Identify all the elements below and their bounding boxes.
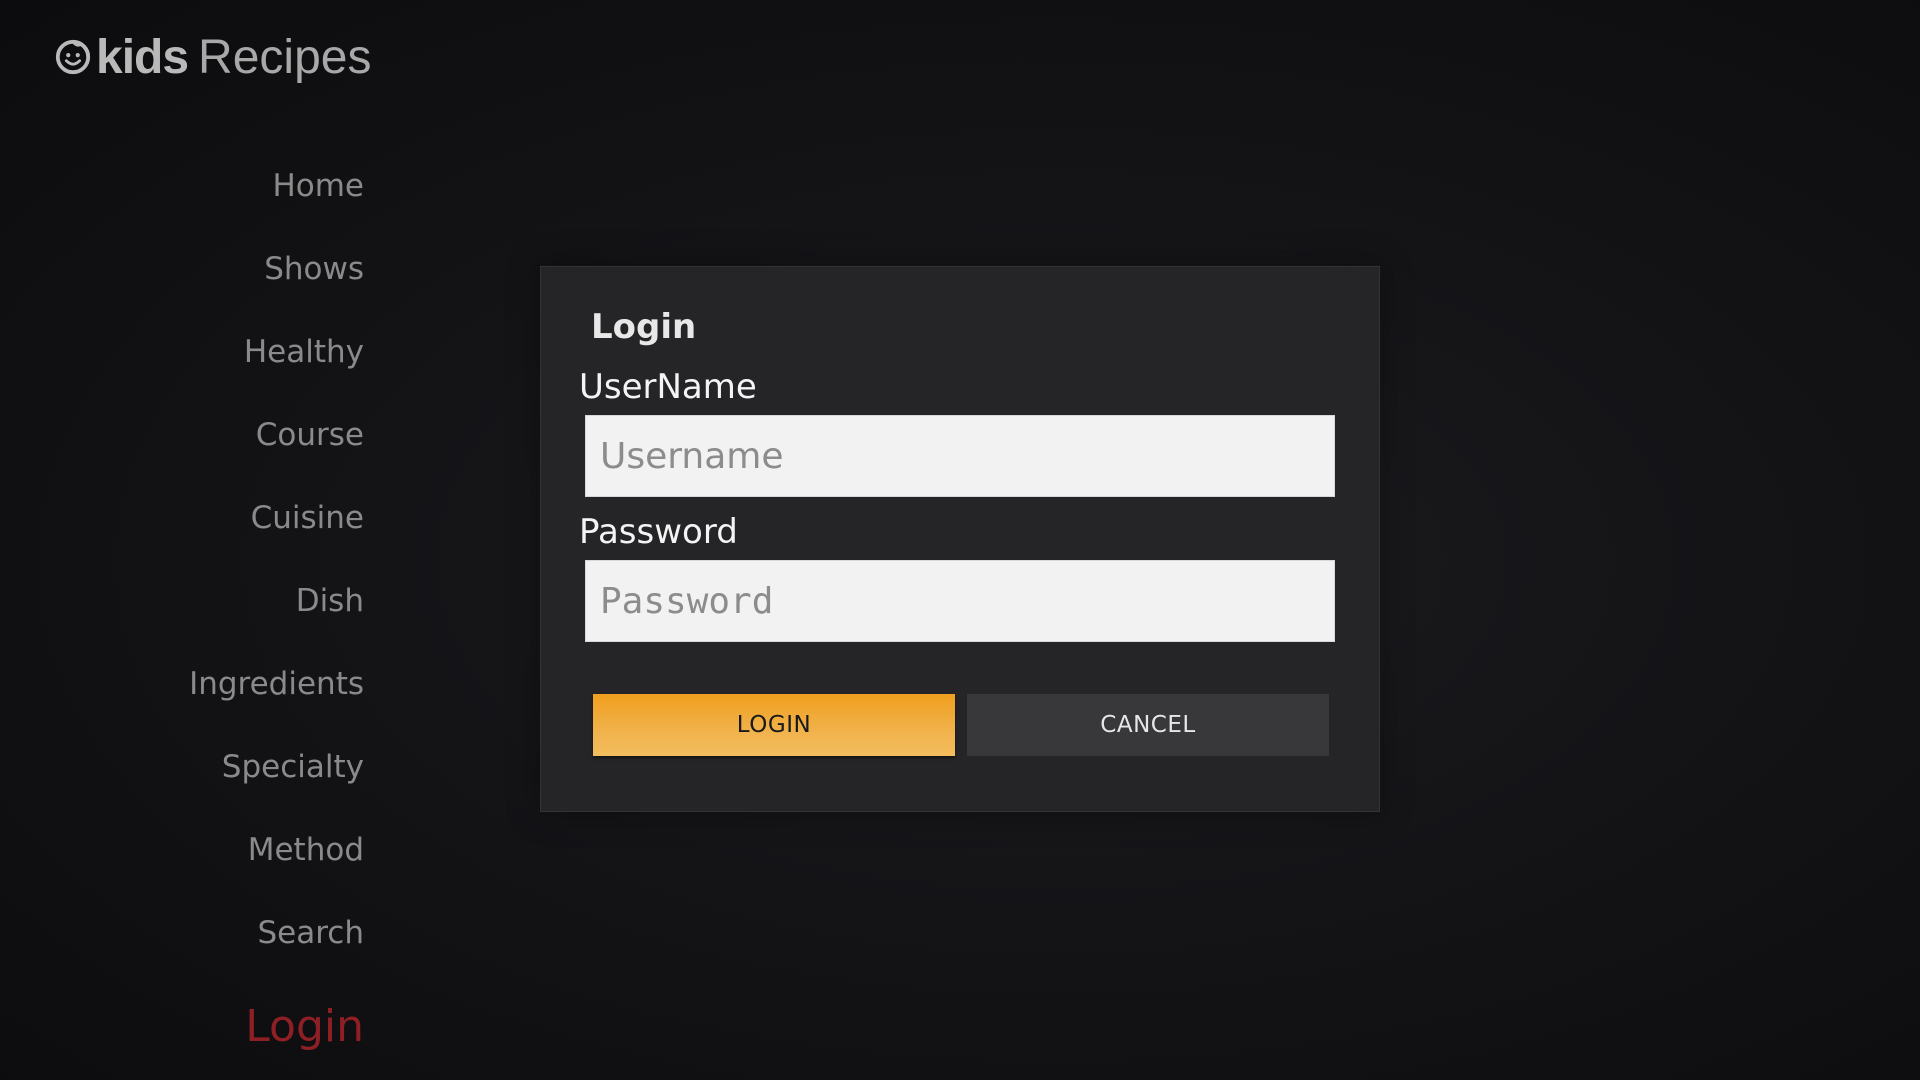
nav-item-login[interactable]: Login: [44, 992, 364, 1075]
nav-item-specialty[interactable]: Specialty: [44, 741, 364, 824]
login-dialog: Login UserName Password LOGIN CANCEL: [540, 266, 1380, 812]
nav-item-ingredients[interactable]: Ingredients: [44, 658, 364, 741]
username-input[interactable]: [585, 415, 1335, 497]
nav-item-course[interactable]: Course: [44, 409, 364, 492]
sidebar-nav: Home Shows Healthy Course Cuisine Dish I…: [44, 160, 364, 1075]
logo-kids-text: kids: [96, 30, 189, 84]
nav-item-cuisine[interactable]: Cuisine: [44, 492, 364, 575]
nav-item-shows[interactable]: Shows: [44, 243, 364, 326]
nav-item-healthy[interactable]: Healthy: [44, 326, 364, 409]
nav-item-method[interactable]: Method: [44, 824, 364, 907]
password-input[interactable]: [585, 560, 1335, 642]
username-label: UserName: [579, 367, 757, 407]
password-label: Password: [579, 512, 738, 552]
logo-recipes-text: Recipes: [198, 30, 372, 84]
login-button[interactable]: LOGIN: [593, 694, 955, 756]
nav-item-home[interactable]: Home: [44, 160, 364, 243]
nav-item-search[interactable]: Search: [44, 907, 364, 990]
dialog-title: Login: [591, 307, 697, 347]
cancel-button[interactable]: CANCEL: [967, 694, 1329, 756]
kids-face-icon: [55, 39, 91, 75]
app-logo: kids Recipes: [54, 26, 371, 88]
nav-item-dish[interactable]: Dish: [44, 575, 364, 658]
